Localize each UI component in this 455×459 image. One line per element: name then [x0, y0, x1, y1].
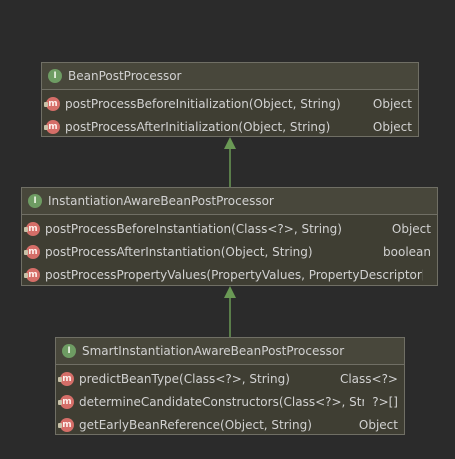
class-header: I SmartInstantiationAwareBeanPostProcess… — [56, 338, 404, 365]
method-icon: m — [24, 221, 40, 236]
class-name: BeanPostProcessor — [68, 69, 182, 83]
class-box-instantiation-aware[interactable]: I InstantiationAwareBeanPostProcessor m … — [21, 187, 438, 286]
interface-icon: I — [62, 344, 76, 358]
method-signature: postProcessBeforeInstantiation(Class<?>,… — [45, 221, 342, 236]
class-box-smart-instantiation-aware[interactable]: I SmartInstantiationAwareBeanPostProcess… — [55, 337, 405, 435]
interface-icon: I — [28, 194, 42, 208]
method-return-type: boolean — [383, 244, 431, 259]
method-row[interactable]: m postProcessBeforeInstantiation(Class<?… — [22, 217, 437, 240]
method-signature: determineCandidateConstructors(Class<?>,… — [79, 394, 365, 409]
method-signature: predictBeanType(Class<?>, String) — [79, 371, 290, 386]
method-signature: postProcessBeforeInitialization(Object, … — [65, 96, 341, 111]
method-icon: m — [58, 394, 74, 409]
method-row[interactable]: m predictBeanType(Class<?>, String) Clas… — [56, 367, 404, 390]
method-row[interactable]: m postProcessAfterInitialization(Object,… — [42, 115, 418, 138]
method-return-type: Object — [372, 96, 412, 111]
method-icon: m — [58, 417, 74, 432]
method-row[interactable]: m postProcessBeforeInitialization(Object… — [42, 92, 418, 115]
method-row[interactable]: m determineCandidateConstructors(Class<?… — [56, 390, 404, 413]
class-name: SmartInstantiationAwareBeanPostProcessor — [82, 344, 345, 358]
method-icon: m — [44, 119, 60, 134]
method-icon: m — [24, 267, 40, 282]
class-header: I InstantiationAwareBeanPostProcessor — [22, 188, 437, 215]
method-row[interactable]: m getEarlyBeanReference(Object, String) … — [56, 413, 404, 436]
method-signature: postProcessPropertyValues(PropertyValues… — [45, 267, 423, 282]
interface-icon: I — [48, 69, 62, 83]
method-return-type: Object — [358, 417, 398, 432]
method-signature: postProcessAfterInstantiation(Object, St… — [45, 244, 313, 259]
method-icon: m — [44, 96, 60, 111]
class-header: I BeanPostProcessor — [42, 63, 418, 90]
method-return-type: ?>[] — [372, 394, 398, 409]
method-row[interactable]: m postProcessAfterInstantiation(Object, … — [22, 240, 437, 263]
method-return-type: Class<?> — [339, 371, 398, 386]
method-icon: m — [24, 244, 40, 259]
method-signature: getEarlyBeanReference(Object, String) — [79, 417, 312, 432]
method-icon: m — [58, 371, 74, 386]
class-box-bean-post-processor[interactable]: I BeanPostProcessor m postProcessBeforeI… — [41, 62, 419, 137]
method-row[interactable]: m postProcessPropertyValues(PropertyValu… — [22, 263, 437, 286]
method-return-type: Object — [391, 221, 431, 236]
method-return-type: Object — [372, 119, 412, 134]
method-signature: postProcessAfterInitialization(Object, S… — [65, 119, 331, 134]
class-name: InstantiationAwareBeanPostProcessor — [48, 194, 274, 208]
